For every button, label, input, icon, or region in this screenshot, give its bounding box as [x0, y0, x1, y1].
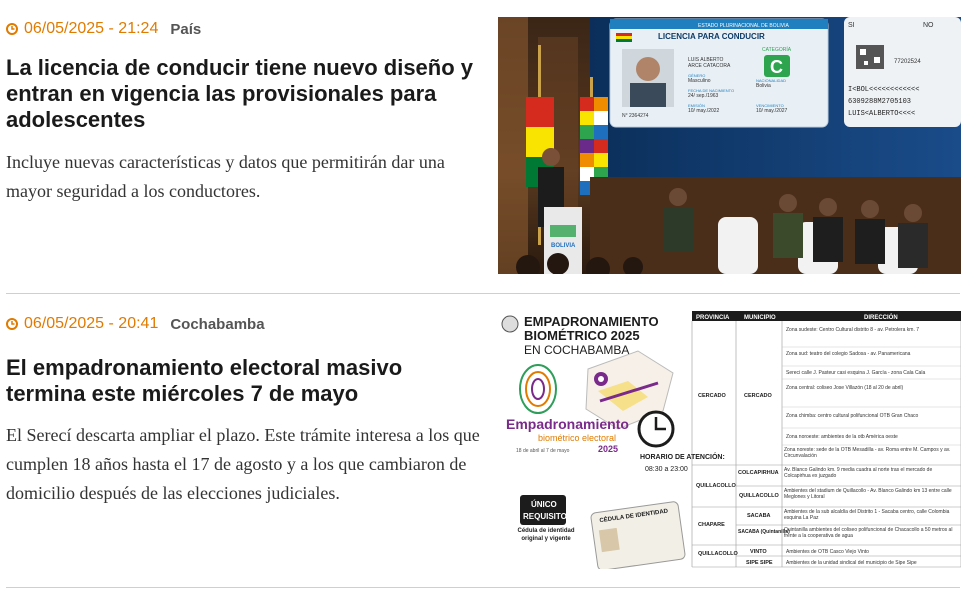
license-photo: ESTADO PLURINACIONAL DE BOLIVIA LICENCIA…: [498, 17, 961, 274]
article-meta: 06/05/2025 - 20:41 Cochabamba: [6, 313, 480, 335]
table-row-dir: Ambientes de OTB Casco Viejo Vinto: [786, 549, 869, 555]
card-gender: Masculino: [688, 78, 711, 84]
table-row-prov: CHAPARE: [698, 522, 725, 528]
logo-main: Empadronamiento: [506, 416, 629, 432]
card-mrz-1: I<BOL<<<<<<<<<<<<: [848, 86, 919, 94]
article-title[interactable]: El empadronamiento electoral masivo term…: [6, 355, 480, 407]
podium-label: BOLIVIA: [551, 243, 576, 249]
table-header-provincia: PROVINCIA: [696, 315, 730, 321]
card-issue: 10/ may./2022: [688, 108, 720, 114]
table-row-prov: QUILLACOLLO: [696, 483, 736, 489]
article-thumbnail[interactable]: EMPADRONAMIENTO BIOMÉTRICO 2025 EN COCHA…: [498, 311, 961, 569]
news-item: 06/05/2025 - 21:24 País La licencia de c…: [0, 0, 963, 292]
clock-icon: [637, 410, 675, 448]
table-row-prov: QUILLACOLLO: [698, 551, 738, 557]
table-row-mun: QUILLACOLLO: [739, 493, 779, 499]
card-birth: 24/ sep./1963: [688, 93, 719, 99]
card-back-no: NO: [923, 22, 934, 29]
requisito-1: ÚNICO: [531, 500, 557, 509]
logo-dates: 18 de abril al 7 de mayo: [516, 448, 570, 454]
clock-icon: [6, 318, 18, 330]
infographic-heading-2: BIOMÉTRICO 2025: [524, 328, 640, 343]
card-category-label: CATEGORÍA: [762, 46, 792, 53]
infographic-heading-1: EMPADRONAMIENTO: [524, 314, 659, 329]
map-pin-icon: [594, 372, 608, 386]
table-header-direccion: DIRECCIÓN: [864, 313, 898, 321]
table-row-dir: Zona noreste: sede de la OTB Mesadilla -…: [784, 447, 951, 459]
table-row-dir: Ambientes del stadium de Quillacollo - A…: [784, 488, 952, 500]
table-row-dir: Ambientes de la sub alcaldía del Distrit…: [784, 509, 950, 521]
card-header: ESTADO PLURINACIONAL DE BOLIVIA: [698, 23, 790, 29]
card-category: C: [770, 57, 783, 77]
article-summary: El Serecí descarta ampliar el plazo. Est…: [6, 425, 480, 503]
table-row-dir: Sereci calle J. Pasteur casi esquina J. …: [786, 370, 925, 376]
article-date: 06/05/2025 - 20:41: [24, 315, 159, 332]
table-row-mun: SACABA (Quintanilla): [738, 529, 790, 535]
table-row-dir: Zona chimba: centro cultural polifuncion…: [786, 413, 919, 419]
card-nationality: Bolivia: [756, 83, 771, 89]
card-number: N° 2364274: [622, 113, 649, 119]
clock-icon: [6, 23, 18, 35]
requisito-2: REQUISITO: [523, 512, 567, 521]
table-row-mun: COLCAPIRHUA: [738, 470, 779, 476]
table-row-prov: CERCADO: [698, 393, 727, 399]
article-title[interactable]: La licencia de conducir tiene nuevo dise…: [6, 55, 480, 133]
table-row-mun: CERCADO: [744, 393, 773, 399]
article-section[interactable]: Cochabamba: [170, 316, 264, 333]
infographic-heading-3: EN COCHABAMBA: [524, 343, 629, 357]
card-back-code: 77202524: [894, 59, 921, 65]
table-row-dir: Zona sudeste: Centro Cultural distrito 8…: [786, 327, 919, 333]
table-row-dir: Quintanilla ambientes del coliseo polifu…: [784, 527, 953, 539]
divider: [6, 587, 960, 588]
article-summary: Incluye nuevas características y datos q…: [6, 152, 445, 201]
infographic: EMPADRONAMIENTO BIOMÉTRICO 2025 EN COCHA…: [498, 311, 961, 569]
table-row-dir: Av. Blanco Galindo km. 9 media cuadra al…: [784, 467, 933, 479]
article-date: 06/05/2025 - 21:24: [24, 20, 159, 37]
divider: [6, 293, 960, 294]
table-row-mun: VINTO: [750, 549, 767, 555]
news-item: 06/05/2025 - 20:41 Cochabamba El empadro…: [0, 295, 963, 592]
logo-year: 2025: [598, 444, 618, 454]
horario: 08:30 a 23:00: [645, 466, 688, 473]
table-row-dir: Zona noroeste: ambientes de la otb Améri…: [786, 434, 898, 440]
horario-label: HORARIO DE ATENCIÓN:: [640, 452, 725, 461]
table-row-mun: SACABA: [747, 513, 771, 519]
table-header-municipio: MUNICIPIO: [744, 315, 776, 321]
requisito-3: Cédula de identidad original y vigente: [517, 528, 575, 542]
table-row-dir: Zona central: coliseo Jose Villazón (18 …: [786, 385, 904, 391]
logo-sub: biométrico electoral: [538, 433, 616, 443]
article-section[interactable]: País: [170, 21, 201, 38]
card-mrz-3: LUIS<ALBERTO<<<<: [848, 110, 915, 118]
article-thumbnail[interactable]: ESTADO PLURINACIONAL DE BOLIVIA LICENCIA…: [498, 17, 961, 274]
card-expiry: 10/ may./2027: [756, 108, 788, 114]
card-mrz-2: 6309288M2705103: [848, 98, 911, 106]
card-surname: ARCE CATACORA: [688, 63, 731, 69]
article-meta: 06/05/2025 - 21:24 País: [6, 18, 480, 40]
table-row-dir: Ambientes de la unidad sindical del muni…: [786, 560, 917, 566]
card-title: LICENCIA PARA CONDUCIR: [658, 32, 765, 41]
card-back-si: SI: [848, 22, 855, 29]
table-row-mun: SIPE SIPE: [746, 560, 773, 566]
table-row-dir: Zona sud: teatro del colegio Sadosa - av…: [786, 351, 911, 357]
